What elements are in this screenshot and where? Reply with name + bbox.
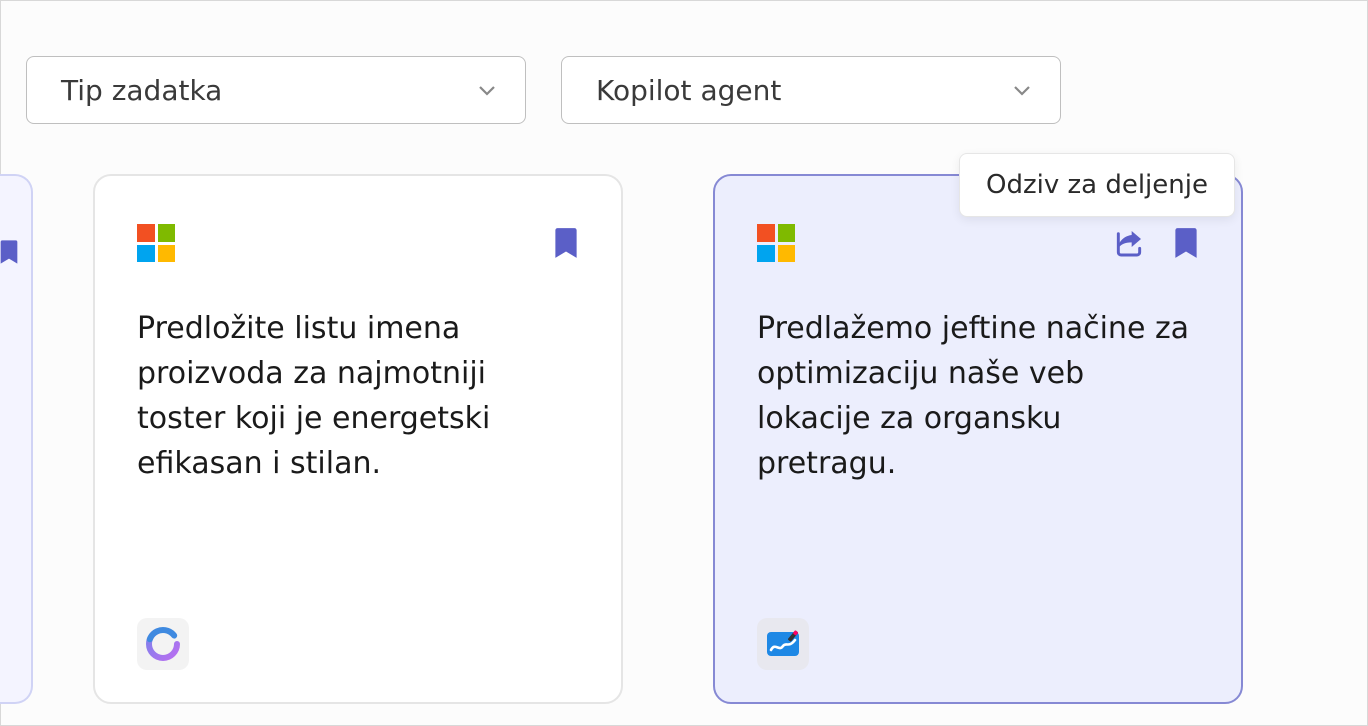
bookmark-icon	[0, 238, 19, 266]
whiteboard-app-icon	[757, 618, 809, 670]
chevron-down-icon	[475, 78, 499, 102]
loop-app-icon	[137, 618, 189, 670]
filter-bar: Tip zadatka Kopilot agent	[1, 1, 1367, 124]
microsoft-logo-icon	[757, 224, 795, 262]
card-footer	[137, 618, 579, 670]
copilot-agent-dropdown[interactable]: Kopilot agent	[561, 56, 1061, 124]
card-header	[137, 224, 579, 262]
prompt-card[interactable]: Predložite listu imena proizvoda za najm…	[93, 174, 623, 704]
card-header	[757, 224, 1199, 262]
share-tooltip: Odziv za deljenje	[959, 153, 1235, 217]
card-footer	[757, 618, 1199, 670]
prompt-text: Predlažemo jeftine načine za optimizacij…	[757, 306, 1199, 618]
bookmark-icon[interactable]	[1173, 226, 1199, 260]
prompt-card-active[interactable]: Predlažemo jeftine načine za optimizacij…	[713, 174, 1243, 704]
microsoft-logo-icon	[137, 224, 175, 262]
share-icon[interactable]	[1113, 227, 1145, 259]
chevron-down-icon	[1010, 78, 1034, 102]
copilot-agent-label: Kopilot agent	[596, 74, 781, 107]
task-type-dropdown[interactable]: Tip zadatka	[26, 56, 526, 124]
previous-card-peek[interactable]	[0, 174, 33, 704]
prompt-text: Predložite listu imena proizvoda za najm…	[137, 306, 579, 618]
task-type-label: Tip zadatka	[61, 74, 222, 107]
bookmark-icon[interactable]	[553, 226, 579, 260]
